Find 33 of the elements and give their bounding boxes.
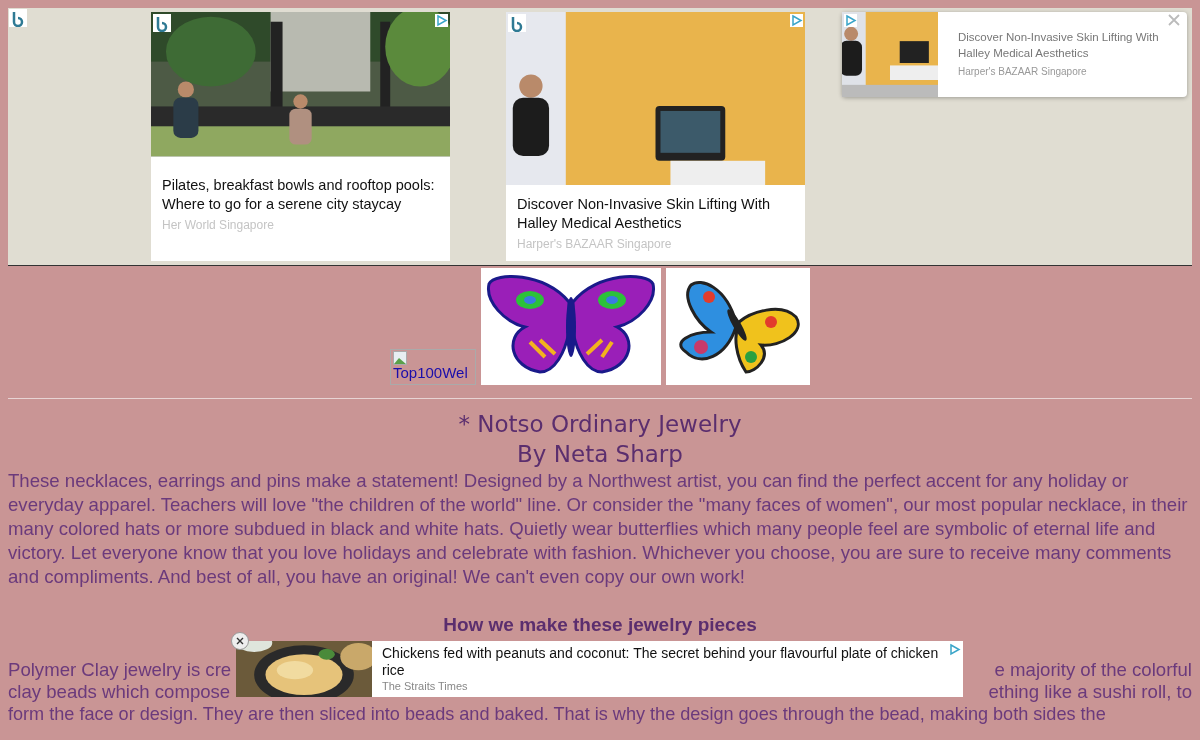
section-heading: How we make these jewelry pieces <box>442 613 758 637</box>
ad-source: Harper's BAZAAR Singapore <box>516 237 673 251</box>
close-button[interactable] <box>231 632 249 650</box>
adchoices-icon[interactable] <box>790 14 803 27</box>
ad-source: The Straits Times <box>382 680 469 692</box>
logo-icon <box>508 14 526 32</box>
ad-source: Her World Singapore <box>161 218 275 232</box>
ad-headline[interactable]: Discover Non-Invasive Skin Lifting With Halley Medical Aesthetics <box>958 29 1173 61</box>
paragraph-text: Polymer Clay jewelry is cre <box>8 659 232 681</box>
image-alt-text: Top100Wel <box>393 365 469 380</box>
paragraph-text: e majority of the colorful <box>994 659 1192 681</box>
bottom-ad[interactable]: Chickens fed with peanuts and coconut: The secret behind your flavourful plate of chicken rice The Straits Times <box>236 641 963 697</box>
ad-card[interactable]: Discover Non-Invasive Skin Lifting With Halley Medical Aesthetics Harper's BAZAAR Singapore <box>506 12 805 261</box>
page-title: * Notso Ordinary Jewelry <box>457 410 743 439</box>
paragraph-text: clay beads which compose <box>8 681 231 703</box>
adchoices-icon[interactable] <box>948 643 961 656</box>
floating-ad[interactable]: Discover Non-Invasive Skin Lifting With Halley Medical Aesthetics Harper's BAZAAR Singapore <box>842 12 1187 97</box>
logo-icon <box>153 14 171 32</box>
ad-card[interactable]: Pilates, breakfast bowls and rooftop pools: Where to go for a serene city staycay Her World Singapore <box>151 12 450 261</box>
intro-paragraph: These necklaces, earrings and pins make a statement! Designed by a Northwest artist, you can find the perfect accent for any holiday or everyday apparel. Teachers will love "the children of the world" line. Or consider the "many faces of women", our most popular necklace, in their many colored hats or more subdued in black and white hats. Quietly wear butterflies which many people feel are symbolic of eternal life and victory. Let everyone know that you love holidays and celebrate with fashion. Whichever you choose, you are sure to receive many comments and compliments. And best of all, you have an original! We can't even copy our own work! <box>8 469 1189 589</box>
broken-image-icon <box>393 351 407 365</box>
ad-headline[interactable]: Chickens fed with peanuts and coconut: The secret behind your flavourful plate of chicken rice <box>382 645 943 679</box>
ad-headline[interactable]: Discover Non-Invasive Skin Lifting With Halley Medical Aesthetics <box>506 185 805 237</box>
paragraph-text: form the face or design. They are then sliced into beads and baked. That is why the design goes through the bead, making both sides the <box>8 703 1107 725</box>
logo-icon <box>9 9 27 27</box>
ad-source: Harper's BAZAAR Singapore <box>958 66 1088 77</box>
adchoices-icon[interactable] <box>844 14 857 27</box>
broken-image[interactable]: Top100Wel <box>390 349 476 385</box>
page-title: By Neta Sharp <box>516 440 684 469</box>
adchoices-icon[interactable] <box>435 14 448 27</box>
close-icon[interactable] <box>236 637 244 645</box>
paragraph-text: ething like a sushi roll, to <box>988 681 1192 703</box>
ad-headline[interactable]: Pilates, breakfast bowls and rooftop pools: Where to go for a serene city staycay <box>151 166 450 218</box>
